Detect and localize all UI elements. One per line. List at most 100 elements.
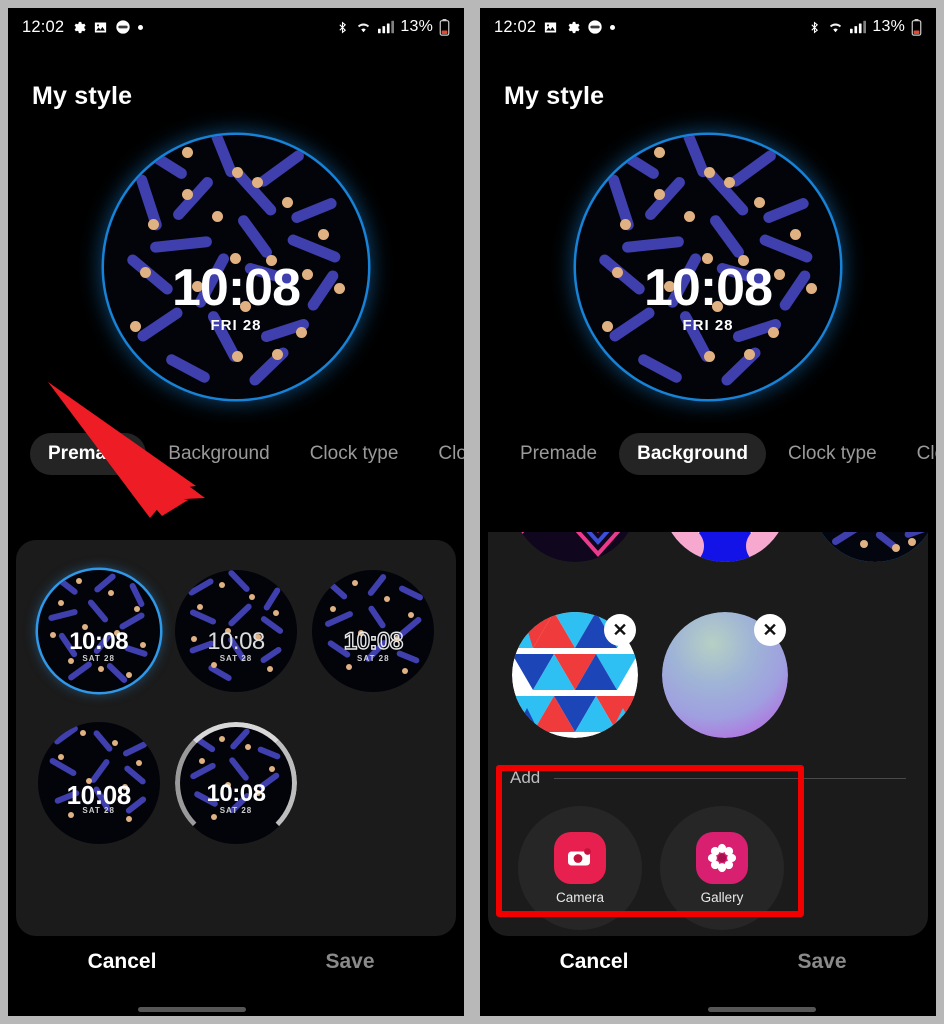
- watch-date: FRI 28: [210, 317, 262, 334]
- watch-preview-right: 10:08 FRI 28: [480, 111, 936, 423]
- camera-label: Camera: [555, 889, 604, 905]
- footer-left: Cancel Save: [8, 936, 464, 1016]
- watch-thumb-1[interactable]: 10:08 SAT 28: [37, 570, 160, 692]
- premade-face-item[interactable]: 10:08 SAT 28: [169, 716, 303, 850]
- thumb-date: SAT 28: [82, 806, 115, 815]
- zigzag-pattern-icon: [512, 532, 638, 562]
- gear-icon: [565, 20, 580, 35]
- tab-clock-color[interactable]: Clo: [899, 433, 936, 475]
- page-title: My style: [32, 82, 133, 110]
- image-icon: [93, 20, 108, 35]
- divider: [554, 777, 906, 779]
- pill-badge-icon: [587, 19, 603, 35]
- background-item-gradient[interactable]: ✕: [662, 612, 788, 738]
- thumb-date: SAT 28: [219, 654, 253, 663]
- premade-face-item[interactable]: 10:08 SAT 28: [32, 716, 166, 850]
- battery-percent-label: 13%: [872, 18, 905, 35]
- camera-icon: [554, 831, 606, 884]
- remove-background-button[interactable]: ✕: [754, 614, 786, 646]
- thumb-date: SAT 28: [219, 806, 253, 815]
- status-bar-left: 12:02 13%: [8, 8, 464, 46]
- page-title: My style: [504, 82, 605, 110]
- save-button[interactable]: Save: [708, 950, 936, 974]
- cancel-button[interactable]: Cancel: [8, 950, 236, 974]
- add-source-list: Camera Gallery: [488, 788, 928, 930]
- background-item-confetti[interactable]: [812, 532, 928, 562]
- premade-sheet: 10:08 SAT 28 10:08 SAT 28 10:08 SAT 28 1…: [16, 540, 456, 936]
- thumb-date: SAT 28: [357, 654, 390, 663]
- gallery-label: Gallery: [700, 889, 744, 905]
- remove-background-button[interactable]: ✕: [604, 614, 636, 646]
- bluetooth-icon: [808, 20, 821, 35]
- dot-icon: [610, 24, 616, 30]
- navigation-pill: [138, 1007, 246, 1012]
- background-row-clipped: [488, 532, 928, 562]
- wifi-icon: [827, 20, 844, 34]
- dot-icon: [138, 24, 144, 30]
- background-item-zigzag[interactable]: [512, 532, 638, 562]
- tab-bar-right[interactable]: Premade Background Clock type Clo: [480, 423, 936, 485]
- navigation-pill: [708, 1007, 816, 1012]
- background-item-floral[interactable]: [662, 532, 788, 562]
- thumb-time: 10:08: [206, 780, 266, 807]
- thumb-time: 10:08: [207, 628, 265, 655]
- battery-icon: [911, 18, 922, 36]
- tab-bar-left[interactable]: Premade Background Clock type Clo: [8, 423, 464, 485]
- confetti-watchface-icon: [812, 532, 928, 562]
- watch-thumb-4[interactable]: 10:08 SAT 28: [37, 722, 160, 844]
- pill-badge-icon: [115, 19, 131, 35]
- status-bar-left-icons: 12:02: [494, 17, 616, 37]
- wifi-icon: [355, 20, 372, 34]
- battery-percent-label: 13%: [400, 18, 433, 35]
- premade-face-item[interactable]: 10:08 SAT 28: [169, 564, 303, 698]
- watch-face-preview: 10:08 FRI 28: [104, 135, 368, 399]
- cancel-button[interactable]: Cancel: [480, 950, 708, 974]
- watch-preview-left: 10:08 FRI 28: [8, 111, 464, 423]
- phone-screen-right: 12:02 13% My style 10:08 FRI 28 Premade …: [480, 8, 936, 1016]
- status-time: 12:02: [22, 17, 65, 36]
- tab-clock-type[interactable]: Clock type: [770, 433, 895, 475]
- background-row-user: ✕ ✕: [488, 612, 928, 738]
- gear-icon: [71, 20, 86, 35]
- status-time: 12:02: [494, 17, 537, 36]
- add-label: Add: [510, 768, 541, 787]
- watch-time: 10:08: [644, 259, 773, 317]
- watch-thumb-2[interactable]: 10:08 SAT 28: [174, 570, 297, 692]
- premade-face-grid: 10:08 SAT 28 10:08 SAT 28 10:08 SAT 28 1…: [16, 540, 456, 850]
- tab-background[interactable]: Background: [150, 433, 287, 475]
- watch-face-preview: 10:08 FRI 28: [576, 135, 840, 399]
- image-icon: [543, 20, 558, 35]
- add-camera-button[interactable]: Camera: [518, 806, 642, 930]
- floral-pattern-icon: [662, 532, 788, 562]
- status-bar-right-icons: 13%: [808, 18, 922, 36]
- tab-premade[interactable]: Premade: [30, 433, 147, 475]
- battery-icon: [439, 18, 450, 36]
- thumb-time: 10:08: [343, 627, 404, 655]
- background-sheet: ✕ ✕ Add Camera Gallery: [488, 532, 928, 936]
- status-bar-right: 12:02 13%: [480, 8, 936, 46]
- thumb-time: 10:08: [69, 628, 129, 655]
- footer-right: Cancel Save: [480, 936, 936, 1016]
- watch-thumb-3[interactable]: 10:08 SAT 28: [312, 570, 435, 692]
- thumb-date: SAT 28: [82, 654, 115, 663]
- watch-thumb-5[interactable]: 10:08 SAT 28: [174, 722, 297, 844]
- tab-background[interactable]: Background: [619, 433, 766, 475]
- watch-date: FRI 28: [682, 317, 734, 334]
- save-button[interactable]: Save: [236, 950, 464, 974]
- add-gallery-button[interactable]: Gallery: [660, 806, 784, 930]
- signal-icon: [850, 20, 867, 34]
- screenshot-stage: 12:02 13% My style 10:08 FRI 28 Premade …: [0, 0, 944, 1024]
- watch-time: 10:08: [172, 259, 301, 317]
- premade-face-item[interactable]: 10:08 SAT 28: [32, 564, 166, 698]
- status-bar-left-icons: 12:02: [22, 17, 144, 37]
- signal-icon: [378, 20, 395, 34]
- premade-face-item[interactable]: 10:08 SAT 28: [306, 564, 440, 698]
- tab-clock-type[interactable]: Clock type: [292, 433, 417, 475]
- add-section-header: Add: [488, 768, 928, 788]
- tab-clock-color[interactable]: Clo: [420, 433, 464, 475]
- bluetooth-icon: [336, 20, 349, 35]
- background-item-geometric[interactable]: ✕: [512, 612, 638, 738]
- status-bar-right-icons: 13%: [336, 18, 450, 36]
- tab-premade[interactable]: Premade: [502, 433, 615, 475]
- phone-screen-left: 12:02 13% My style 10:08 FRI 28 Premade …: [8, 8, 464, 1016]
